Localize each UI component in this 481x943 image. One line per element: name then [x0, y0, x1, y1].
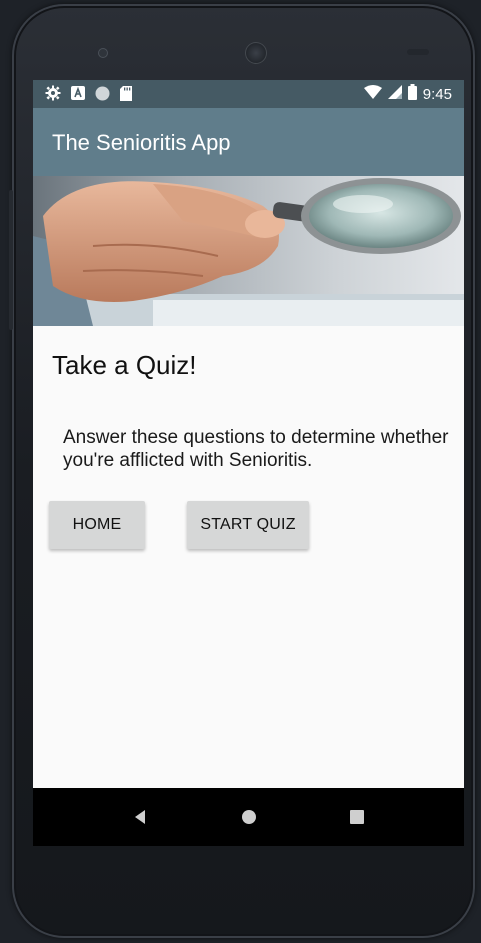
earpiece-speaker — [245, 42, 267, 64]
magnifying-glass-illustration — [33, 176, 464, 326]
status-system: 9:45 — [363, 84, 452, 105]
page-title: Take a Quiz! — [52, 350, 197, 380]
proximity-sensor — [407, 49, 429, 55]
home-button[interactable]: HOME — [49, 501, 145, 549]
a-notification-icon — [71, 86, 85, 105]
side-button — [9, 190, 13, 330]
front-camera — [98, 48, 108, 58]
home-icon[interactable] — [238, 806, 260, 828]
settings-icon — [45, 85, 61, 106]
sd-card-icon — [120, 85, 132, 106]
start-quiz-button[interactable]: START QUIZ — [187, 501, 309, 549]
status-notifications — [45, 85, 132, 106]
app-bar: The Senioritis App — [33, 108, 464, 176]
circle-notification-icon — [95, 86, 110, 106]
navigation-bar — [33, 788, 464, 846]
status-clock: 9:45 — [422, 86, 452, 103]
device-screen: 9:45 The Senioritis App Take a Quiz! Ans… — [33, 80, 464, 846]
signal-icon — [387, 85, 402, 104]
app-title: The Senioritis App — [52, 130, 231, 155]
recents-icon[interactable] — [346, 806, 368, 828]
status-bar: 9:45 — [33, 80, 464, 108]
quiz-description: Answer these questions to determine whet… — [63, 427, 449, 471]
wifi-icon — [363, 85, 382, 104]
back-icon[interactable] — [129, 806, 151, 828]
battery-icon — [407, 84, 417, 105]
hero-image — [33, 176, 464, 326]
